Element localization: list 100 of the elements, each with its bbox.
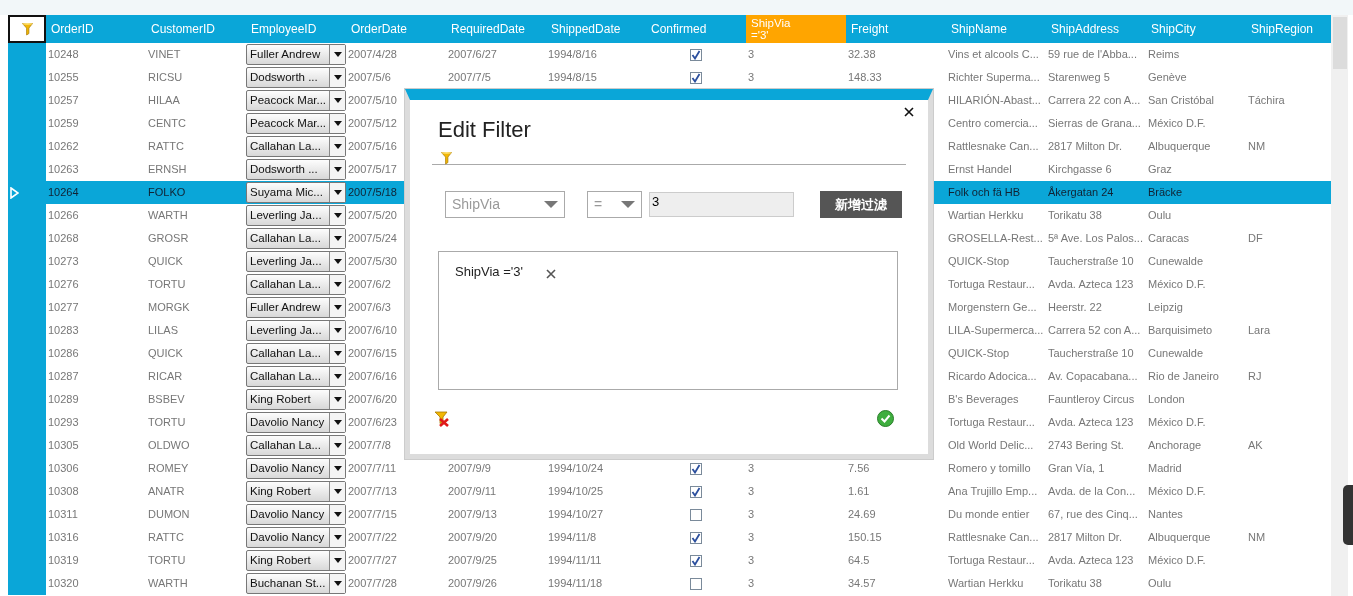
table-cell: 10293 [48,416,79,429]
table-row[interactable]: 10255 RICSU Dodsworth ... 2007/5/6 2007/7/5 1994/8/15 3 148.33 Richter Superma... Starenweg 5 Genève [8,66,1331,89]
clear-filter-icon[interactable] [434,410,450,428]
table-row[interactable]: 10257 HILAA Peacock Mar... 2007/5/10 HILARIÓN-Abast... Carrera 22 con A... San Cristóbal Táchira [8,89,1331,112]
employee-dropdown[interactable]: King Robert [246,550,346,571]
table-cell: QUICK [148,255,183,268]
table-row[interactable]: 10311 DUMON Davolio Nancy 2007/7/15 2007/9/13 1994/10/27 3 24.69 Du monde entier 67, rue des Cinq... Nantes [8,503,1331,526]
table-cell: DUMON [148,508,190,521]
table-cell: 34.57 [848,577,876,590]
employee-dropdown[interactable]: Davolio Nancy [246,504,346,525]
table-row[interactable]: 10316 RATTC Davolio Nancy 2007/7/22 2007/9/20 1994/11/8 3 150.15 Rattlesnake Can... 2817 Milton Dr. Albuquerque NM [8,526,1331,549]
dialog-title: Edit Filter [438,117,532,144]
employee-dropdown[interactable]: Leverling Ja... [246,205,346,226]
table-cell: 10305 [48,439,79,452]
table-cell: RICSU [148,71,183,84]
checkbox[interactable] [690,509,702,522]
checkbox[interactable] [690,463,702,476]
table-cell: 2007/9/11 [448,485,497,498]
employee-dropdown[interactable]: Callahan La... [246,366,346,387]
table-row[interactable]: 10248 VINET Fuller Andrew 2007/4/28 2007/6/27 1994/8/16 3 32.38 Vins et alcools C... 59 rue de l'Abba... Reims [8,43,1331,66]
side-tab[interactable] [1343,485,1353,545]
employee-dropdown[interactable]: Callahan La... [246,228,346,249]
table-cell: 10289 [48,393,79,406]
table-cell: 2007/7/15 [348,508,397,521]
checkbox[interactable] [690,578,702,591]
filter-button[interactable] [8,15,46,43]
caret-icon [333,328,342,333]
table-row[interactable]: 10289 BSBEV King Robert 2007/6/20 B's Beverages Fauntleroy Circus London [8,388,1331,411]
table-cell: 2007/6/20 [348,393,397,406]
table-cell: 3 [748,48,755,61]
table-cell: GROSELLA-Rest... [948,232,1043,245]
table-cell: 10257 [48,94,79,107]
checkbox[interactable] [690,72,702,85]
table-row[interactable]: 10308 ANATR King Robert 2007/7/13 2007/9/11 1994/10/25 3 1.61 Ana Trujillo Emp... Avda. de la Con... México D.F. [8,480,1331,503]
table-cell: QUICK [148,347,183,360]
table-row[interactable]: 10293 TORTU Davolio Nancy 2007/6/23 Tortuga Restaur... Avda. Azteca 123 México D.F. [8,411,1331,434]
table-cell: Cunewalde [1148,347,1204,360]
table-row[interactable]: 10263 ERNSH Dodsworth ... 2007/5/17 Ernst Handel Kirchgasse 6 Graz [8,158,1331,181]
employee-dropdown[interactable]: Callahan La... [246,435,346,456]
table-cell: Ana Trujillo Emp... [948,485,1038,498]
scrollbar-thumb[interactable] [1333,17,1347,69]
employee-dropdown[interactable]: Dodsworth ... [246,67,346,88]
close-icon [546,268,556,279]
table-row[interactable]: 10268 GROSR Callahan La... 2007/5/24 GROSELLA-Rest... 5ª Ave. Los Palos... Caracas DF [8,227,1331,250]
table-cell: Du monde entier [948,508,1030,521]
employee-dropdown[interactable]: King Robert [246,481,346,502]
employee-dropdown[interactable]: Fuller Andrew [246,297,346,318]
employee-dropdown[interactable]: Davolio Nancy [246,458,346,479]
table-cell: OLDWO [148,439,190,452]
table-cell: 2007/5/16 [348,140,397,153]
checkbox[interactable] [690,532,702,545]
table-row[interactable]: 10305 OLDWO Callahan La... 2007/7/8 Old World Delic... 2743 Bering St. Anchorage AK [8,434,1331,457]
value-input[interactable]: 3 [649,192,794,218]
table-row[interactable]: 10319 TORTU King Robert 2007/7/27 2007/9/25 1994/11/11 3 64.5 Tortuga Restaur... Avda. Azteca 123 México D.F. [8,549,1331,572]
table-cell: 10273 [48,255,79,268]
table-cell: RICAR [148,370,183,383]
table-cell: 2007/5/10 [348,94,397,107]
table-cell: TORTU [148,416,186,429]
checkbox[interactable] [690,49,702,62]
table-row[interactable]: 10283 LILAS Leverling Ja... 2007/6/10 LILA-Supermerca... Carrera 52 con A... Barquisimeto Lara [8,319,1331,342]
ok-icon[interactable] [877,410,894,428]
employee-dropdown[interactable]: Davolio Nancy [246,412,346,433]
table-cell: 2007/7/28 [348,577,397,590]
employee-dropdown[interactable]: Dodsworth ... [246,159,346,180]
table-row[interactable]: 10286 QUICK Callahan La... 2007/6/15 QUICK-Stop Taucherstraße 10 Cunewalde [8,342,1331,365]
table-row[interactable]: 10287 RICAR Callahan La... 2007/6/16 Ricardo Adocica... Av. Copacabana... Rio de Janeiro RJ [8,365,1331,388]
caret-icon [333,213,342,218]
checkbox[interactable] [690,555,702,568]
table-cell: 1994/11/11 [548,554,602,567]
table-cell: Starenweg 5 [1048,71,1110,84]
employee-dropdown[interactable]: King Robert [246,389,346,410]
table-cell: México D.F. [1148,485,1206,498]
employee-dropdown[interactable]: Peacock Mar... [246,90,346,111]
employee-dropdown[interactable]: Leverling Ja... [246,320,346,341]
table-cell: Tortuga Restaur... [948,278,1035,291]
employee-dropdown[interactable]: Suyama Mic... [246,182,346,203]
employee-dropdown[interactable]: Callahan La... [246,136,346,157]
table-cell: 32.38 [848,48,876,61]
employee-dropdown[interactable]: Peacock Mar... [246,113,346,134]
employee-dropdown[interactable]: Davolio Nancy [246,527,346,548]
table-cell: Cunewalde [1148,255,1204,268]
caret-icon [333,397,342,402]
checkbox[interactable] [690,486,702,499]
caret-icon [333,52,342,57]
employee-dropdown[interactable]: Buchanan St... [246,573,346,594]
add-filter-button[interactable]: 新增过滤 [820,191,902,219]
table-cell: Folk och fä HB [948,186,1021,199]
table-cell: 2007/4/28 [348,48,397,61]
employee-dropdown[interactable]: Callahan La... [246,274,346,295]
table-row[interactable]: 10277 MORGK Fuller Andrew 2007/6/3 Morgenstern Ge... Heerstr. 22 Leipzig [8,296,1331,319]
filter-item[interactable]: ShipVia ='3' [455,262,523,282]
caret-icon [333,420,342,425]
employee-dropdown[interactable]: Fuller Andrew [246,44,346,65]
table-cell: Táchira [1248,94,1285,107]
table-cell: Taucherstraße 10 [1048,347,1134,360]
table-cell: Avda. de la Con... [1048,485,1136,498]
table-row[interactable]: 10320 WARTH Buchanan St... 2007/7/28 2007/9/26 1994/11/18 3 34.57 Wartian Herkku Torikatu 38 Oulu [8,572,1331,595]
employee-dropdown[interactable]: Leverling Ja... [246,251,346,272]
table-cell: Fauntleroy Circus [1048,393,1135,406]
employee-dropdown[interactable]: Callahan La... [246,343,346,364]
